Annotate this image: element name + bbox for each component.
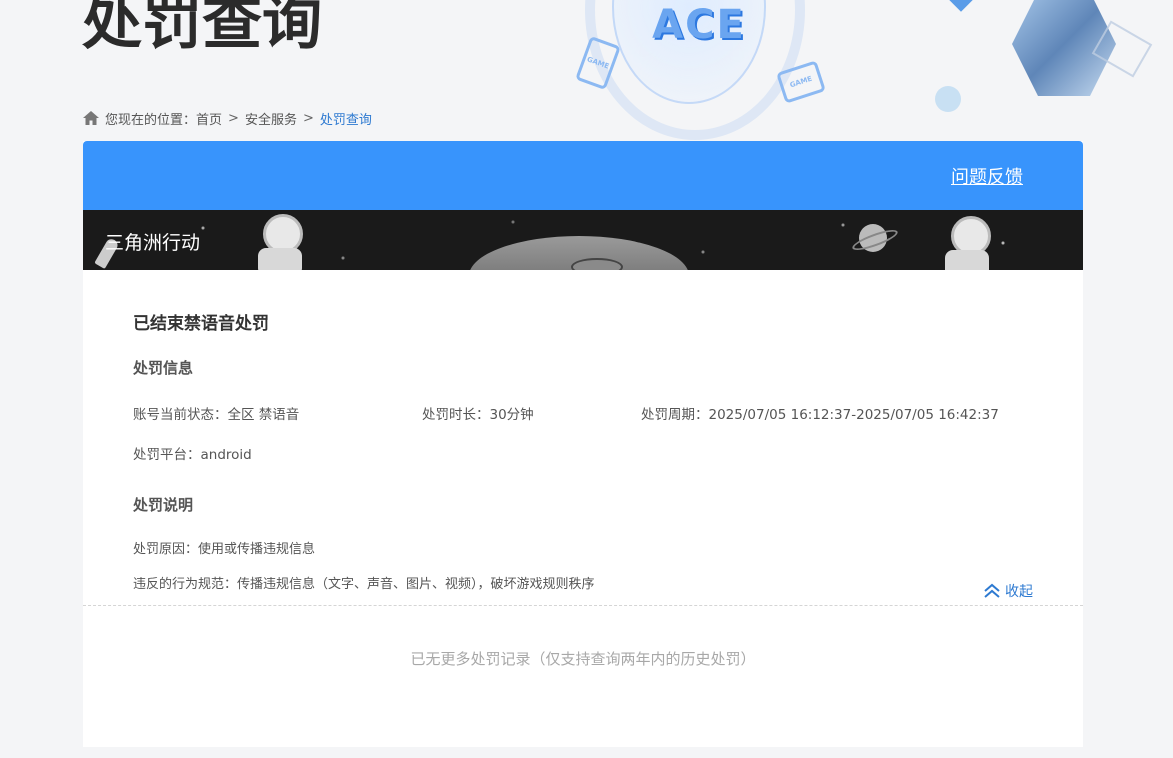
feedback-link[interactable]: 问题反馈 <box>951 163 1023 189</box>
record-title: 已结束禁语音处罚 <box>133 314 269 334</box>
info-section-title: 处罚信息 <box>133 359 194 377</box>
astronaut-body <box>945 250 989 270</box>
bg-bubble <box>935 86 961 112</box>
breadcrumb: 您现在的位置： 首页 > 安全服务 > 处罚查询 <box>83 108 372 128</box>
card-header-bar: 问题反馈 <box>83 141 1083 210</box>
breadcrumb-separator: > <box>302 110 314 126</box>
game-phone-icon: GAME <box>575 35 621 91</box>
violation-rule: 违反的行为规范：传播违规信息（文字、声音、图片、视频），破坏游戏规则秩序 <box>133 577 595 592</box>
breadcrumb-home[interactable]: 首页 <box>196 109 222 128</box>
info-row: 处罚平台：android <box>133 445 1033 465</box>
breadcrumb-prefix: 您现在的位置： <box>105 112 197 128</box>
astronaut-body <box>258 248 302 270</box>
home-icon <box>83 111 99 125</box>
game-banner: 三角洲行动 <box>83 210 1083 270</box>
info-row: 账号当前状态：全区 禁语音 处罚时长：30分钟 处罚周期：2025/07/05 … <box>133 405 1033 425</box>
no-more-records-text: 已无更多处罚记录（仅支持查询两年内的历史处罚） <box>410 650 756 668</box>
penalty-record: 已结束禁语音处罚 处罚信息 账号当前状态：全区 禁语音 处罚时长：30分钟 处罚… <box>83 270 1083 606</box>
collapse-label: 收起 <box>1005 584 1033 600</box>
ace-logo: ACE <box>652 2 746 48</box>
penalty-platform: 处罚平台：android <box>133 447 252 463</box>
explain-section-title: 处罚说明 <box>133 496 194 514</box>
collapse-button[interactable]: 收起 <box>983 581 1033 601</box>
game-name: 三角洲行动 <box>105 232 201 254</box>
penalty-duration: 处罚时长：30分钟 <box>422 407 534 423</box>
game-monitor-icon: GAME <box>776 60 826 104</box>
breadcrumb-current: 处罚查询 <box>319 112 372 128</box>
penalty-period: 处罚周期：2025/07/05 16:12:37-2025/07/05 16:4… <box>641 407 999 423</box>
breadcrumb-separator: > <box>228 110 239 126</box>
account-status: 账号当前状态：全区 禁语音 <box>133 407 300 423</box>
double-chevron-up-icon <box>984 583 1000 598</box>
penalty-reason: 处罚原因：使用或传播违规信息 <box>133 542 316 557</box>
planet-crater <box>571 258 623 270</box>
bg-diamond <box>948 0 974 12</box>
breadcrumb-security-service[interactable]: 安全服务 <box>245 109 297 128</box>
page-title: 处罚查询 <box>82 0 322 58</box>
penalty-card: 问题反馈 三角洲行动 已结束禁语音处罚 处罚信息 账号当前状态：全区 禁语音 处… <box>83 141 1083 747</box>
